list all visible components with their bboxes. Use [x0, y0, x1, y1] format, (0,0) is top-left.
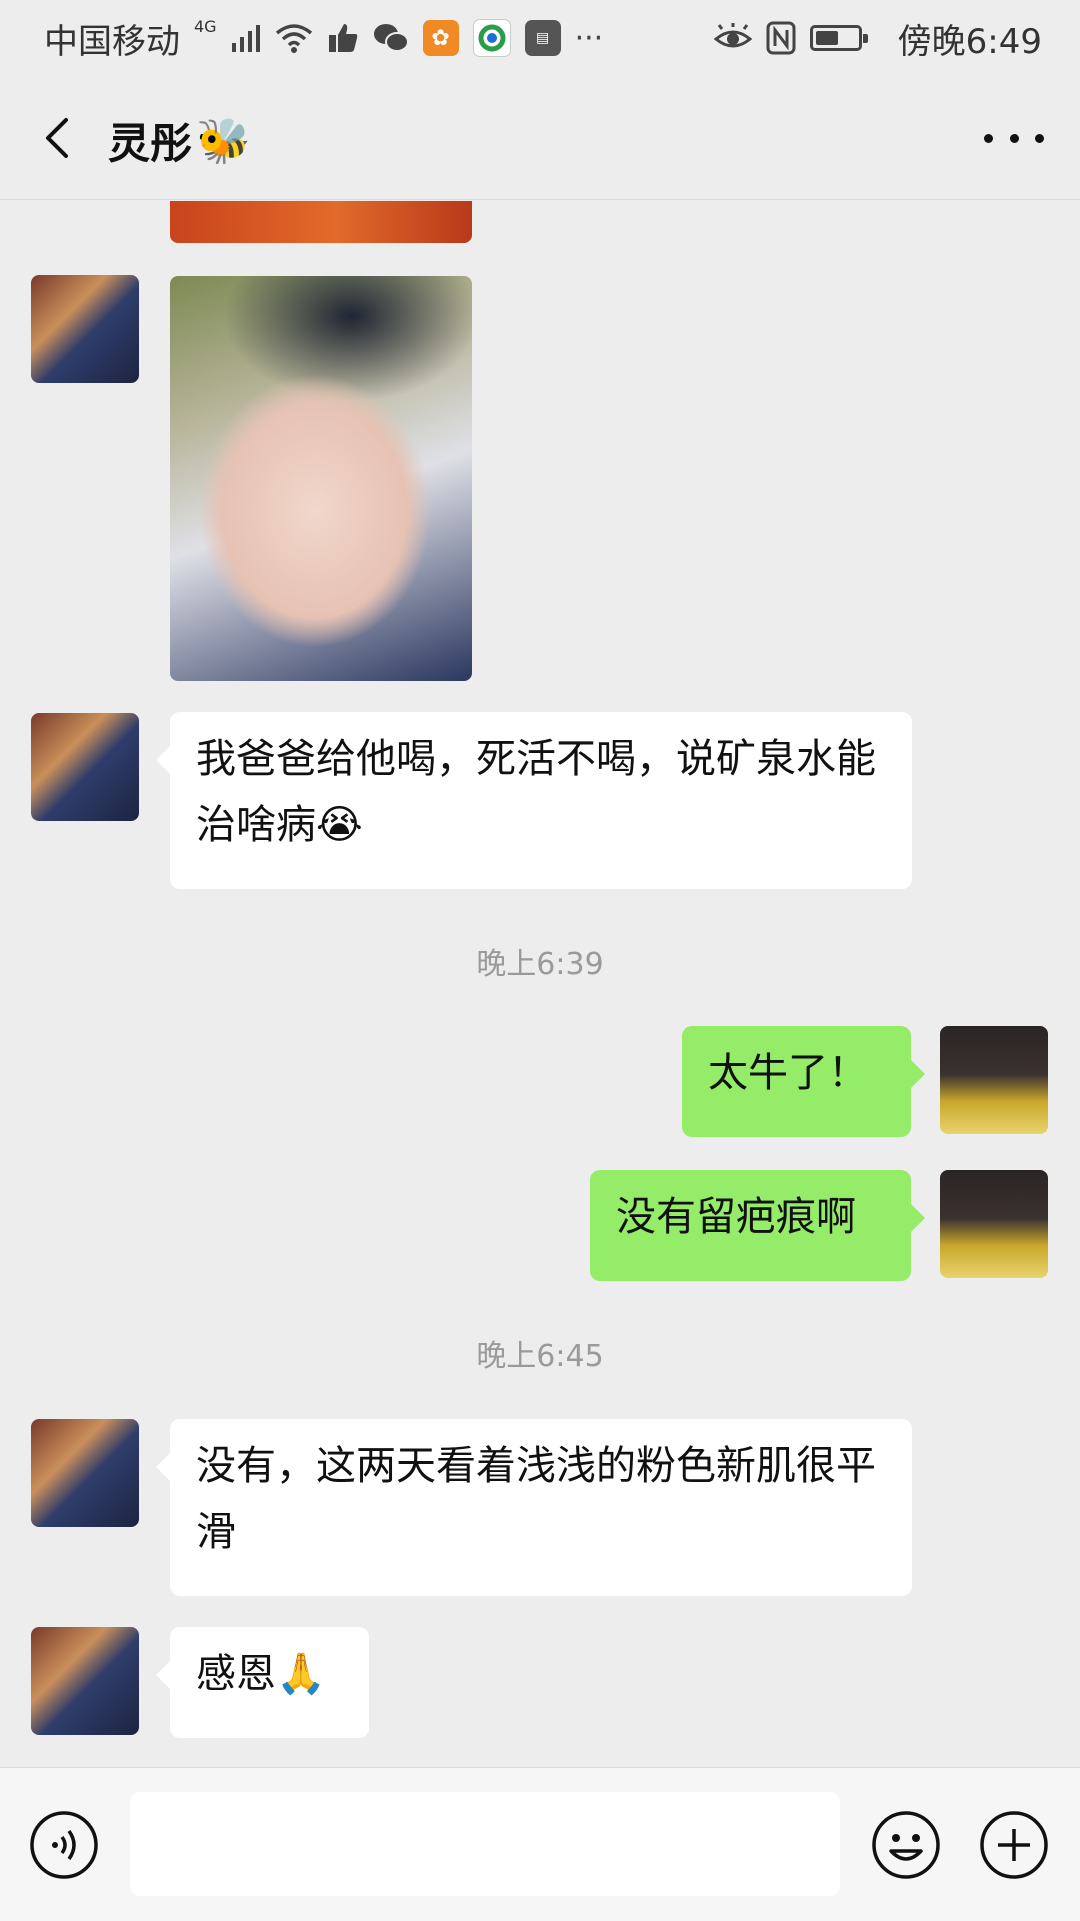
avatar[interactable]	[31, 1627, 139, 1735]
news-app-icon: ▤	[524, 20, 561, 56]
plus-icon[interactable]	[978, 1809, 1050, 1881]
message-bubble[interactable]: 太牛了！	[682, 1026, 925, 1137]
image-message[interactable]	[170, 276, 472, 681]
eye-comfort-icon	[713, 23, 752, 48]
crying-emoji: 😭	[316, 802, 363, 848]
image-message-partial[interactable]	[170, 201, 472, 243]
status-bar-left: 中国移动 4G ✿ ▤ ···	[44, 14, 603, 63]
avatar[interactable]	[940, 1170, 1048, 1278]
chat-title: 灵彤 🐝	[108, 110, 251, 171]
message-text: 没有留疤痕啊	[616, 1194, 856, 1240]
app-circle-icon	[472, 19, 511, 57]
thumbs-up-icon	[328, 24, 357, 52]
message-bubble[interactable]: 感恩🙏	[156, 1627, 369, 1738]
network-type: 4G	[194, 16, 217, 36]
timestamp: 晚上6:39	[476, 947, 604, 982]
status-bar-right: 傍晚6:49	[713, 14, 1042, 63]
uc-browser-icon: ✿	[422, 20, 459, 56]
bee-emoji: 🐝	[196, 115, 251, 167]
input-bar	[0, 1767, 1080, 1921]
more-dots-icon[interactable]	[984, 118, 1044, 158]
status-time: 傍晚6:49	[897, 21, 1042, 62]
avatar[interactable]	[31, 1419, 139, 1527]
message-bubble[interactable]: 没有留疤痕啊	[590, 1170, 925, 1281]
message-text: 没有，这两天看着浅浅的粉色新肌很平滑	[196, 1443, 876, 1555]
avatar[interactable]	[940, 1026, 1048, 1134]
avatar[interactable]	[31, 275, 139, 383]
message-text: 感恩	[196, 1651, 276, 1697]
message-bubble[interactable]: 我爸爸给他喝，死活不喝，说矿泉水能治啥病😭	[156, 712, 912, 889]
praying-hands-emoji: 🙏	[276, 1651, 326, 1697]
contact-name: 灵彤	[108, 119, 193, 168]
timestamp: 晚上6:45	[476, 1339, 604, 1374]
wifi-icon	[275, 24, 312, 53]
battery-icon	[809, 25, 868, 51]
chevron-left-icon[interactable]	[30, 106, 90, 170]
avatar[interactable]	[31, 713, 139, 821]
message-list[interactable]: 我爸爸给他喝，死活不喝，说矿泉水能治啥病😭 晚上6:39 太牛了！ 没有留疤痕啊…	[0, 201, 1080, 1767]
chat-header: 灵彤 🐝	[0, 76, 1080, 200]
carrier-label: 中国移动	[44, 21, 180, 62]
message-input[interactable]	[130, 1792, 840, 1896]
status-bar: 中国移动 4G ✿ ▤ ··· 傍晚6:49	[0, 0, 1080, 76]
wechat-icon	[373, 24, 409, 52]
message-text: 太牛了！	[708, 1050, 868, 1096]
message-text: 我爸爸给他喝，死活不喝，说矿泉水能治啥病	[196, 736, 876, 848]
signal-icon	[231, 25, 260, 52]
message-bubble[interactable]: 没有，这两天看着浅浅的粉色新肌很平滑	[156, 1419, 912, 1596]
voice-icon[interactable]	[28, 1809, 100, 1881]
emoji-icon[interactable]	[870, 1809, 942, 1881]
nfc-icon	[766, 21, 796, 55]
more-notifications-icon: ···	[574, 20, 604, 56]
